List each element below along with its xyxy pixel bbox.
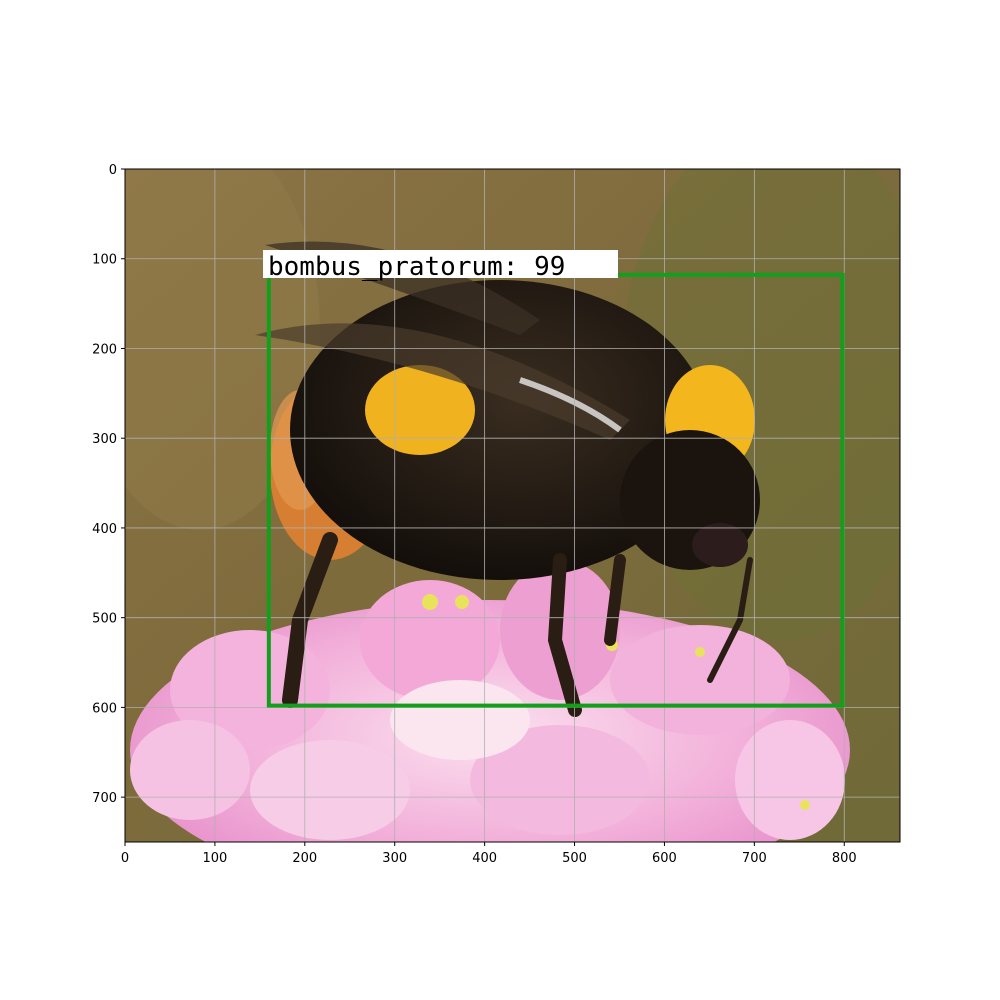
y-tick-label: 100	[92, 253, 117, 268]
y-axis: 0 100 200 300 400 500 600 700	[92, 163, 125, 806]
x-axis: 0 100 200 300 400 500 600 700 800	[121, 842, 857, 866]
y-tick-label: 400	[92, 522, 117, 537]
y-tick-label: 700	[92, 791, 117, 806]
photo	[125, 169, 900, 842]
figure: 0 100 200 300 400 500 600 700 800 0 100 200 300 400 5…	[92, 163, 901, 866]
y-tick-label: 500	[92, 612, 117, 627]
x-tick-label: 500	[562, 851, 587, 866]
x-tick-label: 100	[202, 851, 227, 866]
x-tick-label: 700	[742, 851, 767, 866]
x-tick-label: 400	[472, 851, 497, 866]
x-tick-label: 600	[652, 851, 677, 866]
y-tick-label: 600	[92, 701, 117, 716]
y-tick-label: 200	[92, 342, 117, 357]
x-tick-label: 800	[832, 851, 857, 866]
x-tick-label: 300	[382, 851, 407, 866]
y-tick-label: 0	[109, 163, 117, 178]
detection-label: bombus_pratorum: 99	[268, 252, 565, 282]
x-tick-label: 0	[121, 851, 129, 866]
x-tick-label: 200	[292, 851, 317, 866]
y-tick-label: 300	[92, 432, 117, 447]
